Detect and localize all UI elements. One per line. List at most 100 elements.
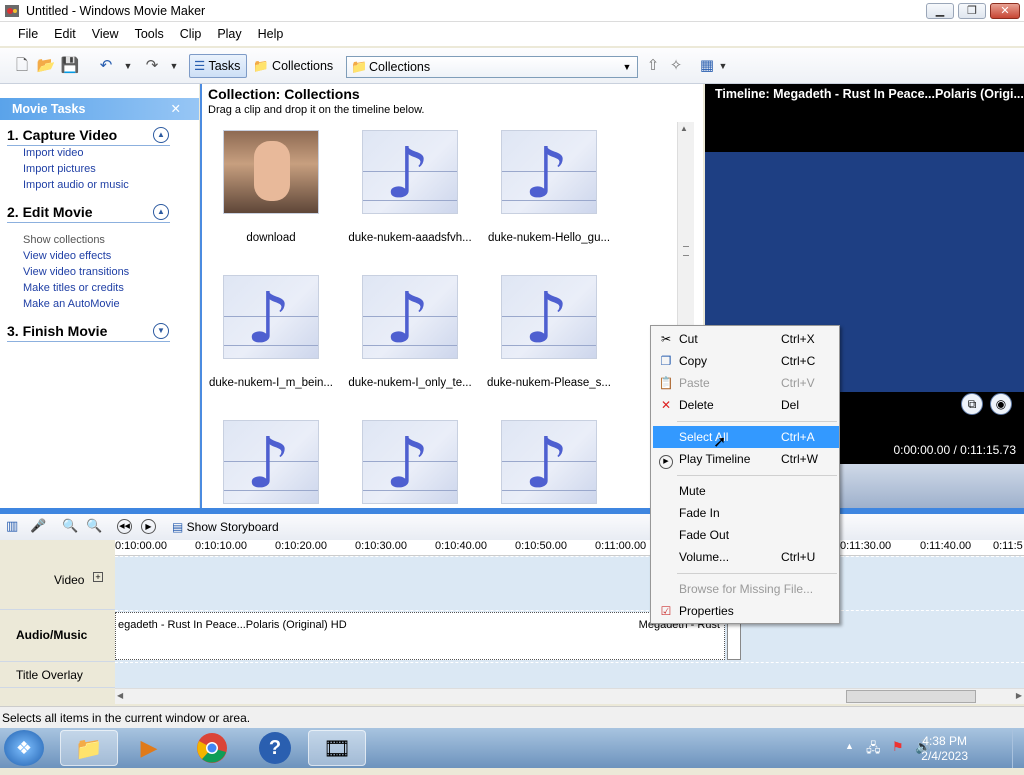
zoom-in-icon[interactable]: 🔍 — [62, 518, 78, 534]
menu-item-delete[interactable]: ✕ Delete Del — [653, 394, 839, 416]
link-view-video-transitions[interactable]: View video transitions — [23, 266, 129, 278]
section-finish-movie[interactable]: 3. Finish Movie — [7, 323, 107, 339]
link-make-titles[interactable]: Make titles or credits — [23, 282, 124, 294]
show-hidden-icons[interactable]: ▲ — [845, 741, 854, 751]
collection-item[interactable]: ♪ — [481, 420, 617, 504]
expand-icon[interactable]: ▼ — [153, 323, 169, 339]
camera-icon[interactable]: ◉ — [990, 393, 1012, 415]
open-project-icon[interactable]: 📂 — [36, 56, 56, 76]
link-import-video[interactable]: Import video — [23, 147, 84, 159]
menu-file[interactable]: File — [10, 22, 46, 46]
movie-tasks-header: Movie Tasks ✕ — [0, 98, 199, 120]
menu-clip[interactable]: Clip — [172, 22, 210, 46]
menu-tools[interactable]: Tools — [127, 22, 172, 46]
rewind-icon[interactable]: ◀◀ — [117, 519, 132, 534]
menu-view[interactable]: View — [84, 22, 127, 46]
network-icon[interactable]: 🖧 — [866, 739, 881, 761]
menu-play[interactable]: Play — [209, 22, 249, 46]
action-center-icon[interactable]: ⚑ — [892, 739, 904, 755]
show-storyboard-button[interactable]: ▤ Show Storyboard — [172, 520, 279, 534]
link-make-automovie[interactable]: Make an AutoMovie — [23, 298, 120, 310]
collection-title: Collection: Collections — [208, 86, 360, 102]
scroll-left-icon[interactable]: ◀ — [117, 691, 123, 700]
music-note-icon: ♪ — [501, 130, 597, 214]
redo-dropdown-icon[interactable]: ▼ — [164, 56, 184, 76]
section-capture-video[interactable]: 1. Capture Video — [7, 127, 117, 143]
undo-dropdown-icon[interactable]: ▼ — [118, 56, 138, 76]
maximize-button[interactable]: ❐ — [958, 3, 986, 19]
scroll-thumb[interactable] — [846, 690, 976, 703]
media-player-icon[interactable]: ▶ — [120, 730, 178, 766]
split-clip-icon[interactable]: ⧉ — [961, 393, 983, 415]
menu-item-fade-in[interactable]: Fade In — [653, 502, 839, 524]
clock-date: 2/4/2023 — [921, 749, 968, 763]
movie-maker-taskbar-icon[interactable]: 🎞 — [308, 730, 366, 766]
title-overlay-area[interactable] — [115, 662, 1024, 688]
windows-start-icon[interactable]: ❖ — [4, 730, 44, 766]
chrome-icon[interactable] — [183, 730, 241, 766]
narrate-icon[interactable]: 🎤 — [30, 518, 46, 534]
menu-edit[interactable]: Edit — [46, 22, 84, 46]
collection-item[interactable]: ♪ duke-nukem-aaadsfvh... — [342, 130, 478, 244]
collection-item[interactable]: ♪ duke-nukem-Please_s... — [481, 275, 617, 389]
collection-item[interactable]: ♪ — [203, 420, 339, 504]
collections-button-label: Collections — [272, 59, 334, 73]
close-tasks-icon[interactable]: ✕ — [171, 98, 181, 120]
save-project-icon[interactable]: 💾 — [60, 56, 80, 76]
up-folder-icon[interactable]: ⇧ — [643, 56, 663, 76]
collection-item[interactable]: ♪ duke-nukem-I_only_te... — [342, 275, 478, 389]
collapse-icon[interactable]: ▲ — [153, 127, 169, 143]
help-icon[interactable]: ? — [246, 730, 304, 766]
show-desktop-button[interactable] — [1012, 728, 1024, 768]
menu-item-play-timeline[interactable]: ▶ Play Timeline Ctrl+W — [653, 448, 839, 470]
show-storyboard-label: Show Storyboard — [186, 520, 279, 534]
scroll-up-icon[interactable]: ▲ — [680, 124, 688, 133]
menu-item-fade-out[interactable]: Fade Out — [653, 524, 839, 546]
collection-item[interactable]: ♪ duke-nukem-Hello_gu... — [481, 130, 617, 244]
movie-maker-app-icon — [4, 3, 20, 19]
menu-item-browse-missing: Browse for Missing File... — [679, 582, 814, 596]
new-collection-icon[interactable]: ✧ — [666, 56, 686, 76]
play-timeline-icon[interactable]: ▶ — [141, 519, 156, 534]
link-import-pictures[interactable]: Import pictures — [23, 163, 96, 175]
menu-item-select-all[interactable]: Select All Ctrl+A — [653, 426, 839, 448]
menu-item-cut[interactable]: ✂ Cut Ctrl+X — [653, 328, 839, 350]
file-explorer-icon[interactable]: 📁 — [60, 730, 118, 766]
minimize-button[interactable]: ▁ — [926, 3, 954, 19]
audio-track-label: Audio/Music — [16, 628, 88, 642]
zoom-out-icon[interactable]: 🔍 — [86, 518, 102, 534]
timeline-ruler[interactable]: 0:10:00.00 0:10:10.00 0:10:20.00 0:10:30… — [115, 540, 1024, 556]
link-show-collections[interactable]: Show collections — [23, 234, 105, 246]
close-button[interactable]: ✕ — [990, 3, 1020, 19]
audio-clip[interactable]: egadeth - Rust In Peace...Polaris (Origi… — [115, 612, 725, 660]
context-menu: ✂ Cut Ctrl+X ❐ Copy Ctrl+C 📋 Paste Ctrl+V ✕ Del… — [650, 325, 840, 624]
scissors-icon: ✂ — [660, 332, 672, 346]
timeline-scrollbar[interactable]: ◀ ▶ — [115, 688, 1024, 704]
menu-item-mute[interactable]: Mute — [653, 480, 839, 502]
undo-icon[interactable]: ↶ — [96, 56, 116, 76]
scroll-grip[interactable] — [683, 246, 689, 256]
link-import-audio[interactable]: Import audio or music — [23, 179, 129, 191]
collections-dropdown[interactable]: 📁 Collections ▼ — [346, 56, 638, 78]
video-track-area[interactable] — [115, 556, 1024, 610]
tasks-button[interactable]: ☰ Tasks — [189, 54, 248, 78]
menu-help[interactable]: Help — [250, 22, 292, 46]
collection-item[interactable]: ♪ — [342, 420, 478, 504]
link-view-video-effects[interactable]: View video effects — [23, 250, 111, 262]
new-project-icon[interactable]: 🗋 — [12, 56, 32, 76]
menu-item-copy[interactable]: ❐ Copy Ctrl+C — [653, 350, 839, 372]
collections-button[interactable]: 📁 Collections — [253, 54, 333, 78]
collection-item[interactable]: download — [203, 130, 339, 244]
expand-track-icon[interactable]: + — [93, 572, 103, 582]
section-edit-movie[interactable]: 2. Edit Movie — [7, 204, 93, 220]
views-dropdown-icon[interactable]: ▼ — [713, 56, 733, 76]
menu-item-properties[interactable]: ☑ Properties — [653, 600, 839, 622]
preview-time: 0:00:00.00 / 0:11:15.73 — [893, 443, 1016, 457]
redo-icon[interactable]: ↷ — [142, 56, 162, 76]
scroll-right-icon[interactable]: ▶ — [1016, 691, 1022, 700]
collapse-icon[interactable]: ▲ — [153, 204, 169, 220]
clock[interactable]: 4:38 PM 2/4/2023 — [921, 734, 968, 764]
collection-item[interactable]: ♪ duke-nukem-I_m_bein... — [203, 275, 339, 389]
menu-item-volume[interactable]: Volume... Ctrl+U — [653, 546, 839, 568]
set-audio-levels-icon[interactable]: ▥ — [6, 518, 18, 534]
